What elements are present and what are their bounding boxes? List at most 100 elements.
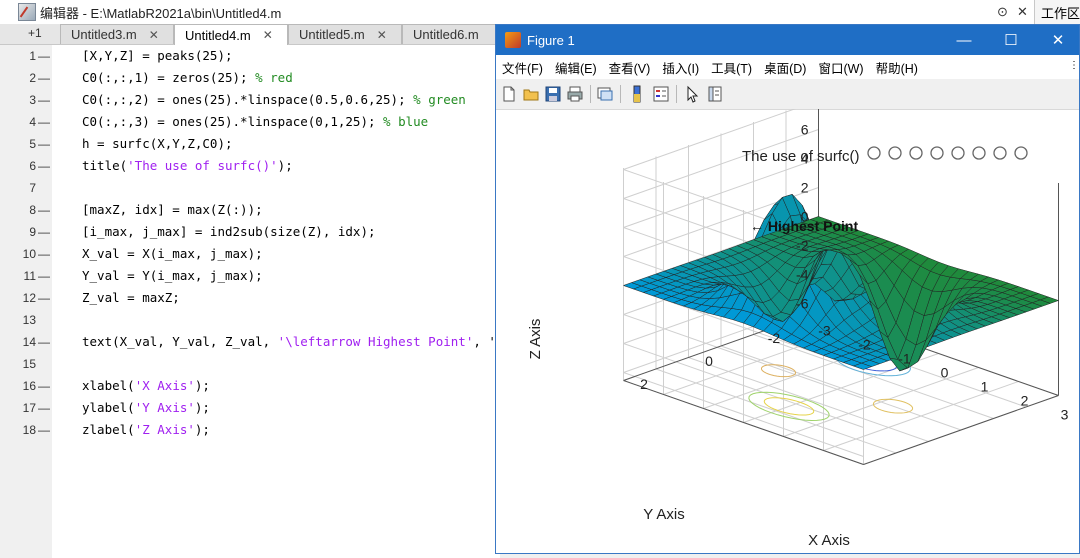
code-string: 'Y Axis' xyxy=(134,400,195,415)
close-tab-icon[interactable]: ✕ xyxy=(377,28,387,42)
code-line[interactable]: Z_val = maxZ; xyxy=(82,287,180,309)
code-line[interactable]: C0(:,:,3) = ones(25).*linspace(0,1,25); … xyxy=(82,111,428,133)
open-file-icon[interactable] xyxy=(522,85,540,103)
x-tick-label: 0 xyxy=(941,364,949,380)
new-figure-icon[interactable] xyxy=(500,85,518,103)
code-line[interactable]: title('The use of surfc()'); xyxy=(82,155,293,177)
code-line[interactable]: [X,Y,Z] = peaks(25); xyxy=(82,45,233,67)
close-tab-icon[interactable]: ✕ xyxy=(263,28,273,42)
tab-untitled6[interactable]: Untitled6.m xyxy=(402,24,502,44)
print-icon[interactable] xyxy=(566,85,584,103)
close-button[interactable]: ✕ xyxy=(1035,25,1080,55)
property-inspector-icon[interactable] xyxy=(706,85,724,103)
code-line[interactable]: [maxZ, idx] = max(Z(:)); xyxy=(82,199,263,221)
more-tabs-indicator[interactable]: +1 xyxy=(28,26,42,40)
code-line[interactable]: Y_val = Y(i_max, j_max); xyxy=(82,265,263,287)
breakpoint-marker[interactable]: — xyxy=(38,221,50,243)
line-number: 11 xyxy=(23,269,36,283)
minimize-icon: — xyxy=(956,31,972,49)
code-line[interactable]: ylabel('Y Axis'); xyxy=(82,397,210,419)
export-icon[interactable] xyxy=(909,146,923,160)
code-line[interactable]: [i_max, j_max] = ind2sub(size(Z), idx); xyxy=(82,221,376,243)
surface-plot[interactable]: 6420-2-4-6-3-2-10123-202X AxisY AxisZ Ax… xyxy=(496,109,1079,553)
rotate-icon[interactable] xyxy=(930,146,944,160)
x-axis-label: X Axis xyxy=(808,532,850,549)
breakpoint-marker[interactable]: — xyxy=(38,287,50,309)
code-line[interactable]: C0(:,:,1) = zeros(25); % red xyxy=(82,67,293,89)
code-line[interactable]: zlabel('Z Axis'); xyxy=(82,419,210,441)
close-editor-icon[interactable]: ✕ xyxy=(1017,4,1028,20)
figure-titlebar[interactable]: Figure 1 — ☐ ✕ xyxy=(496,25,1079,55)
tab-label: Untitled6.m xyxy=(413,27,479,42)
zoom-out-icon[interactable] xyxy=(993,146,1007,160)
figure-toolbar xyxy=(496,79,1079,110)
code-text: C0(:,:,1) = zeros(25); xyxy=(82,70,256,85)
menu-view[interactable]: 查看(V) xyxy=(609,58,651,77)
code-text: , ' xyxy=(473,334,496,349)
line-number: 16 xyxy=(22,379,36,393)
x-tick-label: 1 xyxy=(981,378,989,394)
code-line[interactable]: C0(:,:,2) = ones(25).*linspace(0.5,0.6,2… xyxy=(82,89,466,111)
brush-icon[interactable] xyxy=(867,146,881,160)
save-icon[interactable] xyxy=(544,85,562,103)
tab-untitled3[interactable]: Untitled3.m ✕ xyxy=(60,24,174,44)
code-line[interactable]: text(X_val, Y_val, Z_val, '\leftarrow Hi… xyxy=(82,331,496,353)
editor-icon xyxy=(18,3,36,21)
zoom-in-icon[interactable] xyxy=(972,146,986,160)
code-text: [maxZ, idx] = max(Z(:)); xyxy=(82,202,263,217)
breakpoint-marker[interactable]: — xyxy=(38,45,50,67)
pan-icon[interactable] xyxy=(951,146,965,160)
data-tips-icon[interactable] xyxy=(888,146,902,160)
menu-help[interactable]: 帮助(H) xyxy=(876,58,918,77)
code-line[interactable]: h = surfc(X,Y,Z,C0); xyxy=(82,133,233,155)
code-text: ); xyxy=(194,422,210,437)
home-icon[interactable] xyxy=(1014,146,1028,160)
menu-tools[interactable]: 工具(T) xyxy=(711,58,752,77)
y-tick-label: 0 xyxy=(705,353,713,369)
menu-window[interactable]: 窗口(W) xyxy=(818,58,863,77)
x-tick-label: 2 xyxy=(1021,392,1029,408)
editor-titlebar: 编辑器 - E:\MatlabR2021a\bin\Untitled4.m ⊙ … xyxy=(0,0,1080,25)
legend-icon[interactable] xyxy=(652,85,670,103)
code-text: [X,Y,Z] = peaks(25); xyxy=(82,48,233,63)
code-string: 'The use of surfc()' xyxy=(127,158,278,173)
breakpoint-marker[interactable]: — xyxy=(38,375,50,397)
code-line[interactable]: xlabel('X Axis'); xyxy=(82,375,210,397)
breakpoint-marker[interactable]: — xyxy=(38,155,50,177)
breakpoint-marker[interactable]: — xyxy=(38,331,50,353)
menu-edit[interactable]: 编辑(E) xyxy=(555,58,597,77)
breakpoint-marker[interactable]: — xyxy=(38,243,50,265)
menu-insert[interactable]: 插入(I) xyxy=(662,58,699,77)
minimize-button[interactable]: — xyxy=(941,25,987,55)
breakpoint-marker[interactable]: — xyxy=(38,67,50,89)
breakpoint-marker[interactable]: — xyxy=(38,111,50,133)
figure-window[interactable]: Figure 1 — ☐ ✕ 文件(F) 编辑(E) 查看(V) 插入(I) 工… xyxy=(495,24,1080,554)
breakpoint-marker[interactable]: — xyxy=(38,265,50,287)
code-text: h = surfc(X,Y,Z,C0); xyxy=(82,136,233,151)
link-plot-icon[interactable] xyxy=(596,85,614,103)
tab-untitled5[interactable]: Untitled5.m ✕ xyxy=(288,24,402,44)
breakpoint-marker[interactable]: — xyxy=(38,397,50,419)
editor-title: 编辑器 - E:\MatlabR2021a\bin\Untitled4.m xyxy=(40,5,282,21)
z-axis-label: Z Axis xyxy=(527,319,544,360)
breakpoint-marker[interactable]: — xyxy=(38,89,50,111)
menu-file[interactable]: 文件(F) xyxy=(502,58,543,77)
menu-desktop[interactable]: 桌面(D) xyxy=(764,58,806,77)
close-tab-icon[interactable]: ✕ xyxy=(149,28,159,42)
breakpoint-marker[interactable]: — xyxy=(38,419,50,441)
code-line[interactable]: X_val = X(i_max, j_max); xyxy=(82,243,263,265)
breakpoint-marker[interactable]: — xyxy=(38,133,50,155)
colorbar-icon[interactable] xyxy=(628,85,646,103)
pointer-icon[interactable] xyxy=(684,85,702,103)
breakpoint-marker[interactable]: — xyxy=(38,199,50,221)
maximize-icon: ☐ xyxy=(1004,32,1018,49)
options-dropdown-icon[interactable]: ⊙ xyxy=(997,4,1008,20)
code-text: ylabel( xyxy=(82,400,135,415)
line-number: 14 xyxy=(22,335,36,349)
maximize-button[interactable]: ☐ xyxy=(988,25,1034,55)
tab-untitled4[interactable]: Untitled4.m ✕ xyxy=(174,24,288,45)
z-tick-label: 2 xyxy=(801,180,809,196)
x-tick-label: -2 xyxy=(858,336,871,352)
workspace-tab[interactable]: 工作区 xyxy=(1034,0,1080,24)
menubar-overflow-icon[interactable]: ⋮ xyxy=(1069,60,1079,74)
